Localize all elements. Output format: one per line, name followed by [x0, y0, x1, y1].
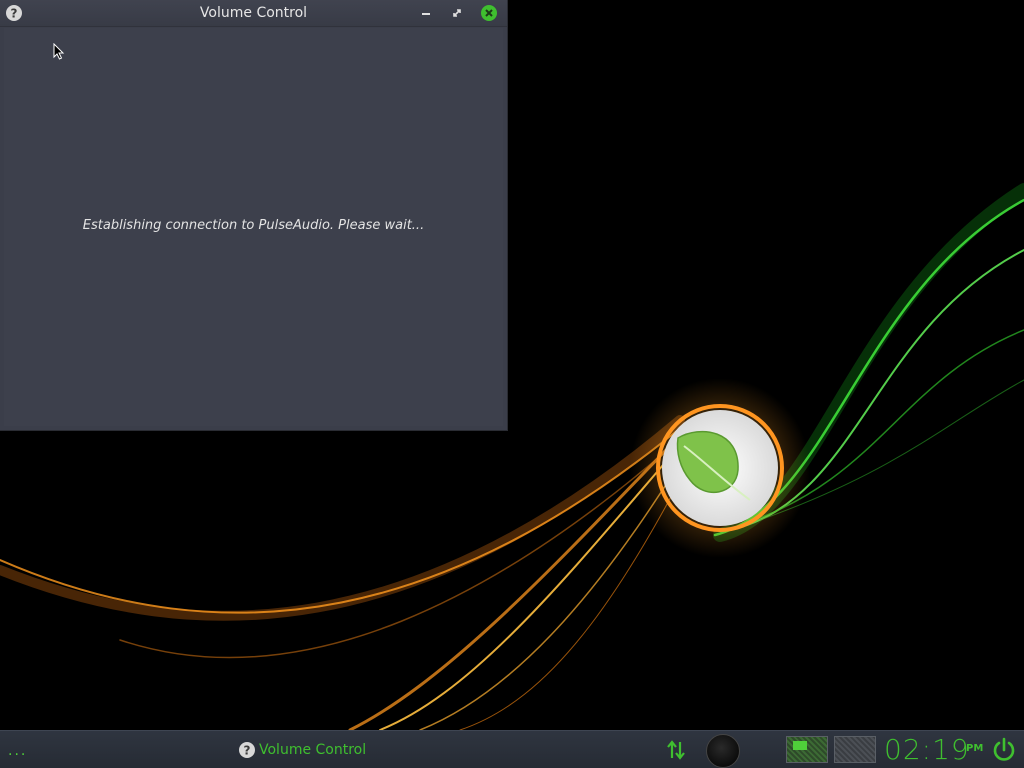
- taskbar-item-label: Volume Control: [259, 742, 367, 758]
- svg-text:?: ?: [244, 744, 251, 758]
- clock-period: PM: [966, 743, 984, 754]
- clock-time[interactable]: 02:19: [884, 733, 970, 766]
- desktop-pager-2[interactable]: [834, 736, 876, 763]
- close-icon[interactable]: [480, 4, 498, 22]
- maximize-icon[interactable]: [448, 4, 466, 22]
- power-icon[interactable]: [990, 736, 1018, 764]
- window-titlebar[interactable]: ? Volume Control: [0, 0, 507, 27]
- desktop-pager-1[interactable]: [786, 736, 828, 763]
- volume-knob-icon[interactable]: [706, 734, 740, 768]
- help-icon: ?: [239, 742, 255, 758]
- pager-window-thumbnail: [793, 741, 807, 750]
- taskbar-item-volume-control[interactable]: ? Volume Control: [238, 737, 366, 763]
- minimize-icon[interactable]: [417, 4, 435, 22]
- launcher-menu-button[interactable]: ...: [8, 743, 27, 759]
- taskbar: ... ? Volume Control 02:19 PM: [0, 730, 1024, 768]
- volume-control-window[interactable]: ? Volume Control Establishing connection…: [0, 0, 508, 431]
- network-transfer-icon[interactable]: [666, 738, 686, 762]
- window-content: Establishing connection to PulseAudio. P…: [4, 28, 503, 426]
- connection-status-message: Establishing connection to PulseAudio. P…: [82, 218, 425, 233]
- mouse-cursor-icon: [53, 43, 65, 60]
